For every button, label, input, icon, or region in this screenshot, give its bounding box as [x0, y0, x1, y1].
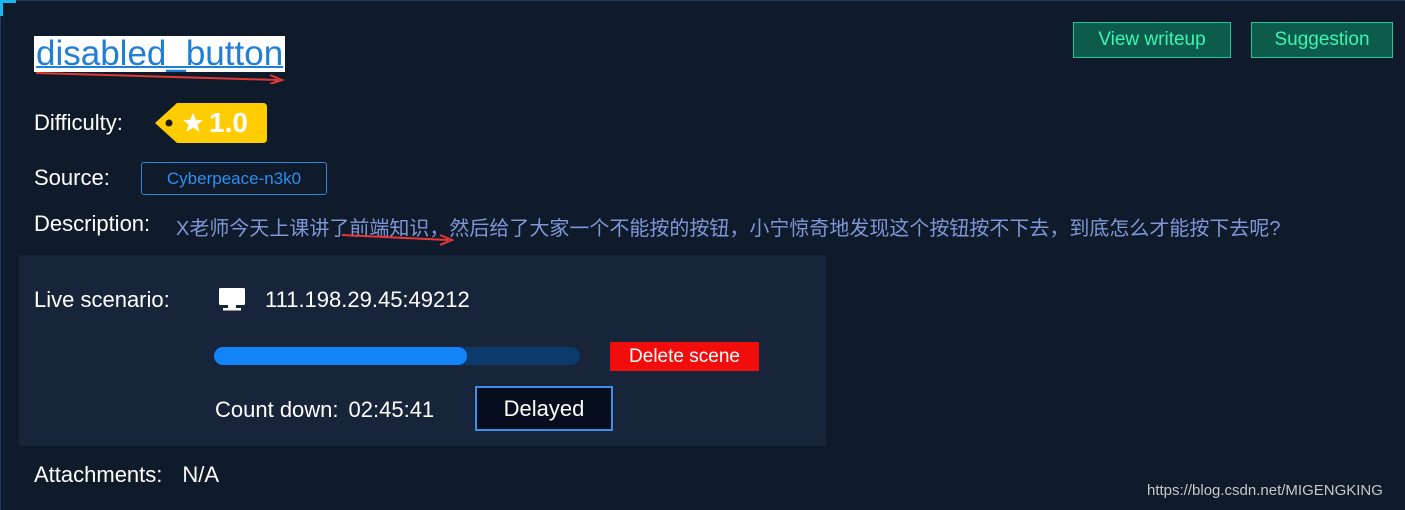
view-writeup-button[interactable]: View writeup: [1073, 22, 1231, 58]
attachments-value: N/A: [182, 462, 220, 487]
difficulty-value: 1.0: [209, 107, 248, 138]
monitor-icon: [219, 288, 245, 311]
attachments: Attachments: N/A: [34, 462, 219, 488]
live-scenario-label: Live scenario:: [34, 287, 170, 312]
difficulty-label: Difficulty:: [34, 110, 123, 135]
watermark: https://blog.csdn.net/MIGENGKING: [1147, 482, 1383, 499]
attachments-label: Attachments:: [34, 462, 163, 487]
source-chip[interactable]: Cyberpeace-n3k0: [141, 162, 327, 195]
delete-scene-button[interactable]: Delete scene: [610, 342, 759, 371]
annotation-arrow-title: [35, 72, 285, 84]
countdown-value: 02:45:41: [348, 397, 435, 422]
countdown-label: Count down:: [215, 397, 339, 422]
frame-corner: [0, 0, 16, 16]
time-progress-fill: [214, 347, 467, 365]
scenario-address[interactable]: 111.198.29.45:49212: [265, 287, 470, 313]
suggestion-button[interactable]: Suggestion: [1251, 22, 1393, 58]
countdown: Count down: 02:45:41: [215, 397, 434, 423]
difficulty-tag: 1.0: [155, 103, 267, 143]
delayed-button[interactable]: Delayed: [475, 386, 613, 431]
description-label: Description:: [34, 211, 151, 236]
source-label: Source:: [34, 165, 110, 190]
annotation-arrow-description: [341, 234, 455, 246]
challenge-title: disabled_button: [34, 34, 286, 73]
time-progress-bar: [214, 347, 580, 365]
